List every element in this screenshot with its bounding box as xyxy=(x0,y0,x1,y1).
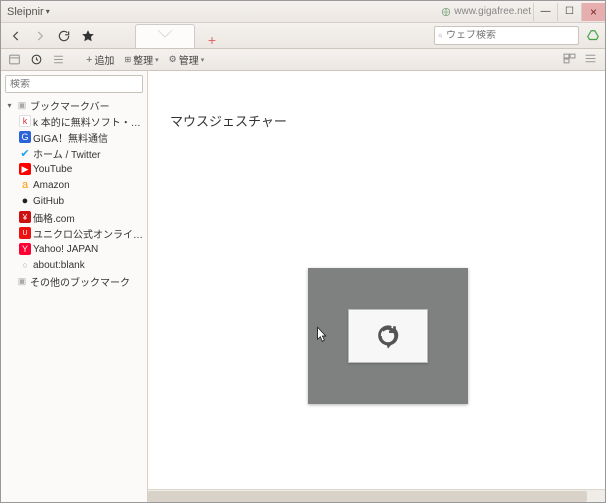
bookmark-search-box[interactable] xyxy=(5,75,143,93)
panel-bookmarks-icon[interactable] xyxy=(7,53,21,66)
gesture-overlay xyxy=(308,268,468,404)
globe-icon xyxy=(441,7,451,17)
reload-icon xyxy=(375,323,401,349)
tree-item[interactable]: kk 本的に無料ソフト・フリーソフト xyxy=(1,113,147,129)
tree-item[interactable]: Uユニクロ公式オンラインストア xyxy=(1,225,147,241)
tree-item[interactable]: aAmazon xyxy=(1,177,147,193)
toolbar-windows-icon[interactable] xyxy=(563,53,576,67)
bookmark-manage-button[interactable]: ⚙管理▾ xyxy=(166,51,208,68)
bookmark-search-input[interactable] xyxy=(6,79,142,90)
minimize-button[interactable]: — xyxy=(533,3,557,21)
tree-item[interactable]: ✔ホーム / Twitter xyxy=(1,145,147,161)
page-heading: マウスジェスチャー xyxy=(148,71,605,130)
amazon-icon: a xyxy=(19,179,31,191)
panel-history-icon[interactable] xyxy=(29,53,43,66)
folder-icon: ▣ xyxy=(16,275,28,287)
active-tab[interactable] xyxy=(135,24,195,48)
reload-button[interactable] xyxy=(57,29,71,43)
twitter-icon: ✔ xyxy=(19,147,31,159)
tree-item[interactable]: ○about:blank xyxy=(1,257,147,273)
horizontal-scrollbar[interactable] xyxy=(148,489,605,502)
tree-item[interactable]: ▶YouTube xyxy=(1,161,147,177)
scrollbar-thumb[interactable] xyxy=(148,491,587,502)
mouse-cursor xyxy=(313,326,329,346)
tree-folder-other[interactable]: ▾ ▣ その他のブックマーク xyxy=(1,273,147,289)
bookmark-sidebar: ▾ ▣ ブックマークバー kk 本的に無料ソフト・フリーソフト GGIGA！無料… xyxy=(1,71,148,502)
uniqlo-icon: U xyxy=(19,227,31,239)
yahoo-icon: Y xyxy=(19,243,31,255)
url-display[interactable]: www.gigafree.net xyxy=(441,6,533,17)
tree-item[interactable]: ●GitHub xyxy=(1,193,147,209)
folder-icon: ▣ xyxy=(16,99,28,111)
bookmark-organize-button[interactable]: ⊞整理▾ xyxy=(121,51,161,68)
tree-folder-root[interactable]: ▾ ▣ ブックマークバー xyxy=(1,97,147,113)
site-icon: k xyxy=(19,115,31,127)
web-search-box[interactable] xyxy=(434,26,579,45)
kakaku-icon: ¥ xyxy=(19,211,31,223)
blank-icon: ○ xyxy=(19,259,31,271)
toolbar-menu-icon[interactable] xyxy=(584,53,597,67)
gesture-action-tile xyxy=(348,309,428,363)
github-icon: ● xyxy=(19,195,31,207)
page-content: マウスジェスチャー xyxy=(148,71,605,502)
youtube-icon: ▶ xyxy=(19,163,31,175)
bookmark-add-button[interactable]: +追加 xyxy=(83,51,117,68)
tree-item[interactable]: YYahoo! JAPAN xyxy=(1,241,147,257)
web-search-input[interactable] xyxy=(446,30,578,41)
back-button[interactable] xyxy=(9,29,23,43)
drive-icon[interactable] xyxy=(586,29,600,43)
forward-button[interactable] xyxy=(33,29,47,43)
app-title[interactable]: Sleipnir▾ xyxy=(1,6,50,18)
search-icon xyxy=(438,30,443,42)
tree-item[interactable]: ¥価格.com xyxy=(1,209,147,225)
tree-item[interactable]: GGIGA！無料通信 xyxy=(1,129,147,145)
panel-downloads-icon[interactable] xyxy=(51,53,65,66)
maximize-button[interactable]: ☐ xyxy=(557,3,581,21)
site-icon: G xyxy=(19,131,31,143)
favorite-button[interactable] xyxy=(81,29,95,43)
new-tab-button[interactable]: + xyxy=(199,32,225,48)
close-button[interactable]: × xyxy=(581,3,605,21)
